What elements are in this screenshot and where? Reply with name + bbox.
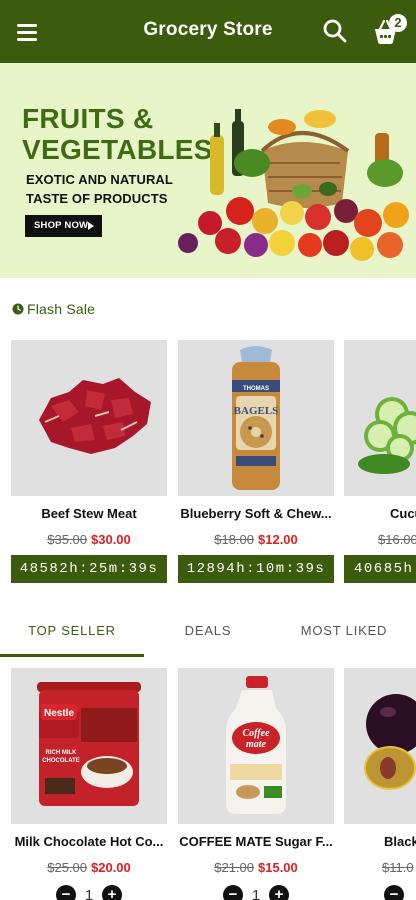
original-price: $21.00 <box>214 860 254 875</box>
product-tabs: TOP SELLER DEALS MOST LIKED <box>0 612 416 658</box>
product-card[interactable]: Cucu $16.00 40685h: <box>344 340 416 583</box>
product-image[interactable] <box>344 668 416 824</box>
product-image[interactable]: Nestle RICH MILK CHOCOLATE <box>11 668 167 824</box>
product-card[interactable]: THOMAS BAGELS Blueberry Soft & Chew... $… <box>178 340 334 583</box>
hot-cocoa-canister-image: Nestle RICH MILK CHOCOLATE <box>37 682 141 806</box>
quantity-stepper: −1 + <box>178 885 334 900</box>
product-prices: $18.00 $12.00 <box>178 532 334 547</box>
flash-sale-label: Flash Sale <box>27 301 96 317</box>
svg-text:BAGELS: BAGELS <box>234 405 279 417</box>
product-image[interactable] <box>11 340 167 496</box>
tab-most-liked[interactable]: MOST LIKED <box>272 612 416 658</box>
sale-price: $20.00 <box>91 860 131 875</box>
play-arrow-icon <box>88 222 94 230</box>
sale-price: $12.00 <box>258 532 298 547</box>
svg-text:mate: mate <box>246 739 267 750</box>
product-prices: $11.0 <box>344 860 416 875</box>
original-price: $35.00 <box>47 532 87 547</box>
svg-text:CHOCOLATE: CHOCOLATE <box>42 758 80 764</box>
flash-sale-heading: Flash Sale <box>12 301 95 317</box>
product-prices: $21.00 $15.00 <box>178 860 334 875</box>
quantity-stepper: −1 + <box>11 885 167 900</box>
product-card[interactable]: Black $11.0 − <box>344 668 416 900</box>
countdown-timer: 12894h:10m:39s <box>178 555 334 583</box>
svg-text:THOMAS: THOMAS <box>243 386 269 392</box>
decrease-quantity-button[interactable]: − <box>384 885 404 900</box>
product-name: Beef Stew Meat <box>41 506 137 521</box>
quantity-value: 1 <box>251 886 261 900</box>
product-name: COFFEE MATE Sugar F... <box>179 834 333 849</box>
shop-now-label: SHOP NOW <box>34 220 89 231</box>
original-price: $11.0 <box>382 860 414 875</box>
black-plum-image <box>364 694 416 790</box>
tab-deals[interactable]: DEALS <box>144 612 272 658</box>
shop-now-button[interactable]: SHOP NOW <box>25 215 102 237</box>
promo-banner[interactable]: FRUITS & VEGETABLES EXOTIC AND NATURAL T… <box>0 63 416 278</box>
product-card[interactable]: Nestle RICH MILK CHOCOLATE Milk Chocolat… <box>11 668 167 900</box>
cart-button[interactable]: 2 <box>372 14 410 48</box>
beef-stew-meat-image <box>39 378 151 454</box>
banner-subtitle: EXOTIC AND NATURAL TASTE OF PRODUCTS <box>26 170 173 208</box>
banner-subtitle-line-1: EXOTIC AND NATURAL <box>26 172 173 187</box>
product-image[interactable]: THOMAS BAGELS <box>178 340 334 496</box>
clock-icon <box>12 303 24 315</box>
decrease-quantity-button[interactable]: − <box>223 885 243 900</box>
svg-text:Nestle: Nestle <box>44 708 74 719</box>
product-prices: $25.00 $20.00 <box>11 860 167 875</box>
app-bar: Grocery Store 2 <box>0 0 416 63</box>
increase-quantity-button[interactable]: + <box>269 885 289 900</box>
fruit-vegetable-basket-image <box>178 109 409 261</box>
product-prices: $35.00 $30.00 <box>11 532 167 547</box>
search-icon[interactable] <box>321 17 349 45</box>
product-name: Milk Chocolate Hot Co... <box>14 834 164 849</box>
original-price: $18.00 <box>214 532 254 547</box>
product-name: Blueberry Soft & Chew... <box>180 506 332 521</box>
quantity-stepper: − <box>344 885 416 900</box>
svg-text:Coffee: Coffee <box>242 728 270 739</box>
original-price: $25.00 <box>47 860 87 875</box>
tab-top-seller[interactable]: TOP SELLER <box>0 612 144 658</box>
sale-price: $30.00 <box>91 532 131 547</box>
countdown-timer: 40685h: <box>344 555 416 583</box>
active-tab-indicator <box>0 654 144 657</box>
sale-price: $15.00 <box>258 860 298 875</box>
product-card[interactable]: Coffee mate COFFEE MATE Sugar F... $21.0… <box>178 668 334 900</box>
svg-text:RICH MILK: RICH MILK <box>46 750 78 756</box>
decrease-quantity-button[interactable]: − <box>56 885 76 900</box>
cucumber-slices-image <box>358 397 416 474</box>
original-price: $16.00 <box>378 532 416 547</box>
quantity-value: 1 <box>84 886 94 900</box>
product-card[interactable]: Beef Stew Meat $35.00 $30.00 48582h:25m:3… <box>11 340 167 583</box>
product-name: Cucu <box>390 506 416 521</box>
product-name: Black <box>384 834 416 849</box>
app-title: Grocery Store <box>143 19 273 40</box>
product-prices: $16.00 <box>344 532 416 547</box>
creamer-bottle-image: Coffee mate <box>226 676 286 814</box>
banner-subtitle-line-2: TASTE OF PRODUCTS <box>26 191 168 206</box>
countdown-timer: 48582h:25m:39s <box>11 555 167 583</box>
product-image[interactable]: Coffee mate <box>178 668 334 824</box>
increase-quantity-button[interactable]: + <box>102 885 122 900</box>
bagels-bag-image: THOMAS BAGELS <box>232 346 280 490</box>
product-image[interactable] <box>344 340 416 496</box>
cart-count-badge: 2 <box>389 14 407 32</box>
